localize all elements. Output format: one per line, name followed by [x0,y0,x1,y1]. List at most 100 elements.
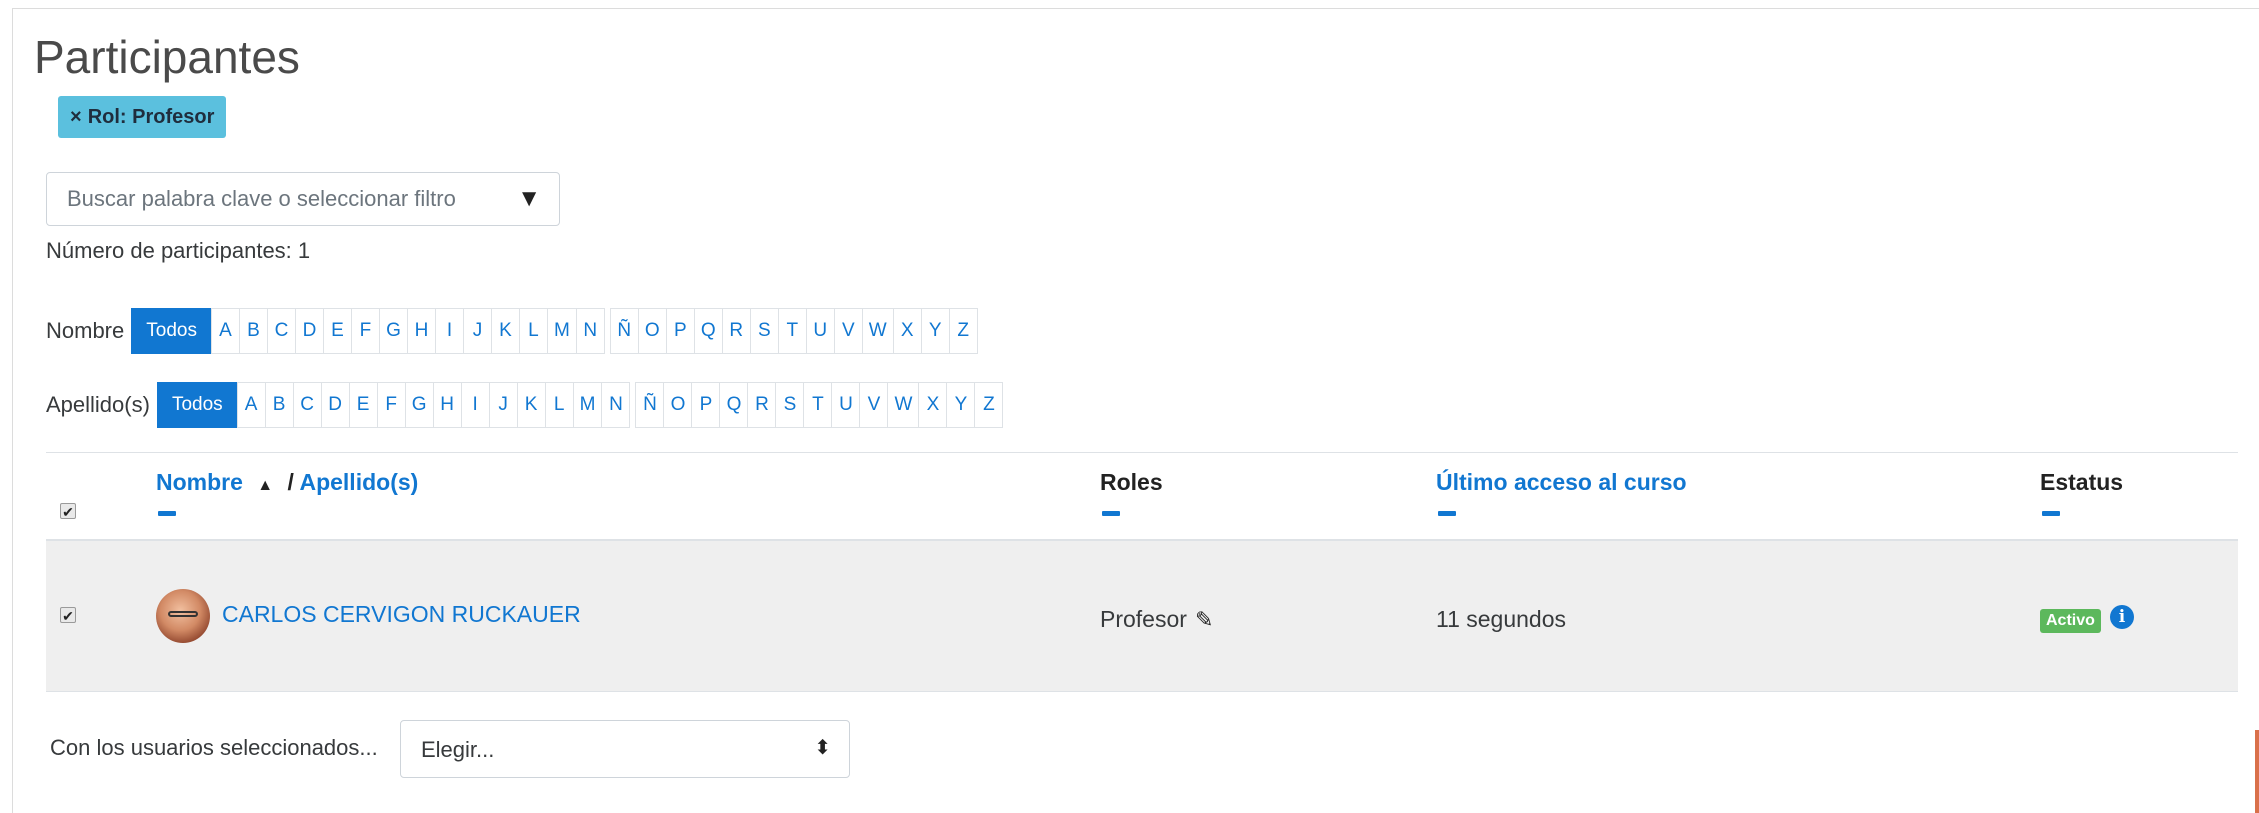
participant-count: Número de participantes: 1 [46,238,311,263]
select-arrows-icon: ⬍ [814,737,831,759]
first-name-initial-b[interactable]: B [238,308,268,354]
avatar[interactable] [156,589,210,643]
filter-chip-label: Rol: Profesor [87,105,215,128]
header-status: Estatus [2040,469,2124,495]
last-name-initial-all[interactable]: Todos [156,382,238,428]
last-name-initials-bar: Apellido(s) Todos A B C D E F G H I J K L M N Ñ O P Q R S T U V… [46,382,1004,428]
select-all-checkbox[interactable]: ✔ [60,503,76,520]
last-name-initial-f[interactable]: F [376,382,406,428]
first-name-initial-enye[interactable]: Ñ [609,308,639,354]
first-name-initial-y[interactable]: Y [920,308,950,354]
remove-filter-icon[interactable]: × [70,106,82,129]
first-name-initial-v[interactable]: V [833,308,863,354]
first-name-initial-x[interactable]: X [892,308,922,354]
first-name-initial-c[interactable]: C [266,308,296,354]
header-roles: Roles [1100,469,1163,495]
last-name-initial-w[interactable]: W [887,382,920,428]
first-name-initial-t[interactable]: T [777,308,807,354]
sort-last-name-link[interactable]: Apellido(s) [299,469,418,495]
last-name-initial-enye[interactable]: Ñ [635,382,665,428]
first-name-initial-a[interactable]: A [210,308,240,354]
first-name-initial-g[interactable]: G [378,308,408,354]
role-value: Profesor [1100,606,1187,632]
last-access-value: 11 segundos [1436,606,1567,632]
bulk-action-selected: Elegir... [421,737,495,762]
role-cell: Profesor ✎ [1100,606,1213,633]
search-filter-box[interactable]: ▼ [46,172,560,226]
last-name-initial-z[interactable]: Z [974,382,1004,428]
first-name-initial-o[interactable]: O [637,308,667,354]
info-icon[interactable]: i [2110,605,2134,629]
last-name-initial-n[interactable]: N [601,382,631,428]
first-name-initial-l[interactable]: L [518,308,548,354]
header-last-access: Último acceso al curso [1436,469,1687,496]
last-name-initial-x[interactable]: X [918,382,948,428]
last-name-initial-e[interactable]: E [348,382,378,428]
sort-asc-icon: ▲ [257,477,274,494]
hide-roles-column-icon[interactable] [1102,511,1120,516]
bulk-action-label: Con los usuarios seleccionados... [50,735,378,760]
last-name-initials-label: Apellido(s) [46,392,150,417]
search-input[interactable] [65,185,499,213]
last-name-initial-h[interactable]: H [432,382,462,428]
last-name-initial-c[interactable]: C [292,382,322,428]
table-row: ✔ CARLOS CERVIGON RUCKAUER Profesor ✎ 11 … [46,541,2238,692]
participants-table: ✔ Nombre ▲ / Apellido(s) Roles Último ac… [46,452,2238,692]
last-name-initial-g[interactable]: G [404,382,434,428]
edge-mark [2255,730,2259,813]
first-name-initial-r[interactable]: R [721,308,751,354]
first-name-initials-label: Nombre [46,318,125,343]
first-name-initials-bar: Nombre Todos A B C D E F G H I J K L M N Ñ O P Q R S T U V W X Y Z [46,308,978,354]
last-name-initial-p[interactable]: P [691,382,721,428]
participant-name-link[interactable]: CARLOS CERVIGON RUCKAUER [222,601,581,628]
sort-first-name-link[interactable]: Nombre [156,469,243,495]
hide-last-access-column-icon[interactable] [1438,511,1456,516]
first-name-initial-q[interactable]: Q [693,308,723,354]
last-name-initial-o[interactable]: O [663,382,693,428]
first-name-initial-all[interactable]: Todos [131,308,212,354]
first-name-initial-i[interactable]: I [434,308,464,354]
pencil-icon[interactable]: ✎ [1195,607,1213,632]
header-name: Nombre ▲ / Apellido(s) [156,469,418,496]
last-name-initial-t[interactable]: T [803,382,833,428]
last-name-initial-l[interactable]: L [544,382,574,428]
page-title: Participantes [34,31,300,83]
first-name-initial-d[interactable]: D [294,308,324,354]
first-name-initial-j[interactable]: J [462,308,492,354]
row-select-checkbox[interactable]: ✔ [60,607,76,624]
last-name-initial-u[interactable]: U [831,382,861,428]
bulk-action-select[interactable]: Elegir... ⬍ [400,720,850,778]
status-badge: Activo [2040,609,2101,633]
first-name-initial-z[interactable]: Z [948,308,978,354]
last-name-initial-s[interactable]: S [775,382,805,428]
last-name-initial-j[interactable]: J [488,382,518,428]
first-name-initial-k[interactable]: K [490,308,520,354]
first-name-initial-m[interactable]: M [546,308,577,354]
first-name-initial-p[interactable]: P [665,308,695,354]
last-name-initial-b[interactable]: B [264,382,294,428]
table-header: ✔ Nombre ▲ / Apellido(s) Roles Último ac… [46,452,2238,541]
last-name-initial-a[interactable]: A [236,382,266,428]
last-name-initial-d[interactable]: D [320,382,350,428]
last-name-initial-k[interactable]: K [516,382,546,428]
last-name-initial-i[interactable]: I [460,382,490,428]
last-name-letter-group: Todos A B C D E F G H I J K L M N Ñ O P Q R S T U V W X Y Z [156,382,1004,428]
first-name-initial-u[interactable]: U [805,308,835,354]
first-name-letter-group: Todos A B C D E F G H I J K L M N Ñ O P Q R S T U V W X Y Z [131,308,978,354]
first-name-initial-w[interactable]: W [861,308,894,354]
last-name-initial-q[interactable]: Q [719,382,749,428]
hide-status-column-icon[interactable] [2042,511,2060,516]
last-name-initial-m[interactable]: M [572,382,603,428]
first-name-initial-f[interactable]: F [350,308,380,354]
first-name-initial-s[interactable]: S [749,308,779,354]
dropdown-caret-icon[interactable]: ▼ [517,185,541,213]
hide-name-column-icon[interactable] [158,511,176,516]
role-filter-chip[interactable]: × Rol: Profesor [58,96,227,138]
last-name-initial-v[interactable]: V [859,382,889,428]
last-name-initial-y[interactable]: Y [946,382,976,428]
first-name-initial-n[interactable]: N [575,308,605,354]
sort-last-access-link[interactable]: Último acceso al curso [1436,469,1687,495]
first-name-initial-e[interactable]: E [322,308,352,354]
last-name-initial-r[interactable]: R [747,382,777,428]
first-name-initial-h[interactable]: H [406,308,436,354]
